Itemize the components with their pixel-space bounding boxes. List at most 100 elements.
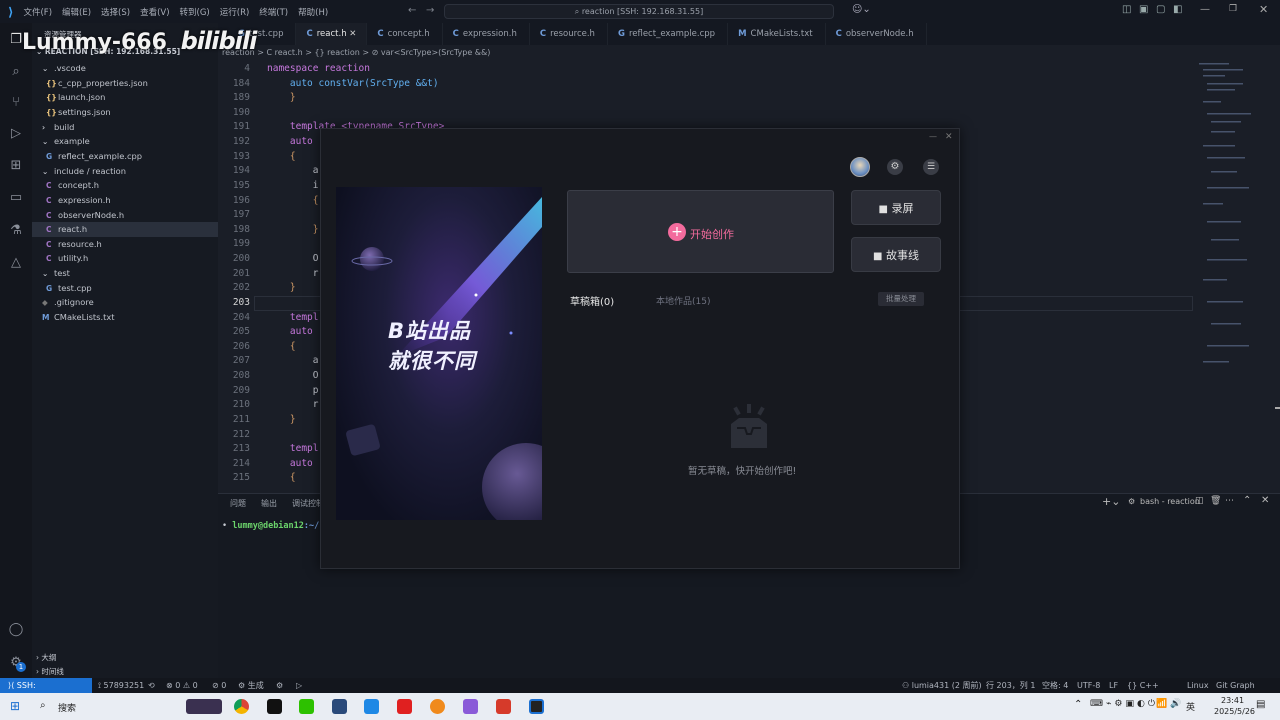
tree-item[interactable]: › build (32, 120, 218, 135)
status-cursor-position[interactable]: 行 203，列 1 (986, 678, 1035, 693)
bilibili-creator-taskbar-icon[interactable] (529, 699, 544, 714)
code-line[interactable]: templ (267, 442, 319, 457)
tree-item[interactable]: Cutility.h (32, 251, 218, 266)
tree-item[interactable]: {}settings.json (32, 105, 218, 120)
copilot-icon[interactable]: ☺⌄ (852, 4, 871, 15)
chrome-icon[interactable] (234, 699, 249, 714)
tab-drafts[interactable]: 草稿箱(0) (570, 293, 614, 308)
menu-item-help[interactable]: 帮助(H) (298, 6, 328, 18)
tree-item[interactable]: ⌄ include / reaction (32, 164, 218, 179)
menu-item-goto[interactable]: 转到(G) (180, 6, 210, 18)
window-close-icon[interactable]: ✕ (945, 132, 953, 142)
menu-item-terminal[interactable]: 终端(T) (259, 6, 288, 18)
tree-item[interactable]: ⌄ test (32, 266, 218, 281)
minimize-icon[interactable]: — (1200, 4, 1210, 15)
remote-indicator[interactable]: ⟩⟨ SSH: 192.168.31.55 (0, 678, 92, 705)
code-line[interactable]: O (267, 369, 319, 384)
avatar[interactable] (850, 157, 870, 177)
visual-studio-icon[interactable] (463, 699, 478, 714)
minimap[interactable] (1193, 61, 1280, 493)
status-git-blame[interactable]: ⚇ lumia431 (2 周前) (902, 678, 982, 693)
kill-terminal-icon[interactable]: 🗑 (1210, 496, 1221, 506)
maximize-panel-icon[interactable]: ⌃ (1243, 495, 1251, 506)
code-line[interactable]: auto (267, 325, 313, 340)
code-line[interactable]: namespace reaction (267, 62, 370, 77)
everything-search-icon[interactable] (430, 699, 445, 714)
record-screen-button[interactable]: ■ 录屏 (851, 190, 941, 225)
wechat-icon[interactable] (299, 699, 314, 714)
settings-icon[interactable]: ⚙ (887, 159, 903, 175)
menu-item-view[interactable]: 查看(V) (140, 6, 169, 18)
account-icon[interactable]: ◯ (8, 622, 24, 638)
code-line[interactable]: a (267, 164, 319, 179)
clock-date[interactable]: 2025/5/26 (1214, 707, 1255, 716)
menu-item-run[interactable]: 运行(R) (220, 6, 250, 18)
menu-item-select[interactable]: 选择(S) (101, 6, 130, 18)
layout-panel-icon[interactable]: ▣ (1139, 4, 1148, 15)
status-language[interactable]: {} C++ (1127, 678, 1159, 693)
tiktok-icon[interactable] (267, 699, 282, 714)
tree-item[interactable]: {}launch.json (32, 90, 218, 105)
panel-tab-problems[interactable]: 问题 (230, 498, 246, 509)
tree-item[interactable]: {}c_cpp_properties.json (32, 76, 218, 91)
start-menu-icon[interactable]: ⊞ (10, 699, 20, 713)
sync-icon[interactable]: ⟲ (148, 678, 155, 693)
nav-forward-icon[interactable]: → (426, 5, 434, 16)
source-control-icon[interactable]: ⑂ (8, 95, 24, 111)
code-line[interactable]: { (267, 340, 296, 355)
extensions-icon[interactable]: ⊞ (8, 158, 24, 174)
tray-overflow-icon[interactable]: ⌃ (1074, 699, 1082, 710)
outline-section[interactable]: › 大纲 (36, 652, 56, 663)
taskbar-search[interactable]: 搜索 (58, 701, 76, 714)
tab-local-works[interactable]: 本地作品(15) (656, 294, 710, 307)
search-icon[interactable]: ⌕ (8, 64, 24, 80)
code-line[interactable]: } (267, 223, 319, 238)
clock-time[interactable]: 23:41 (1221, 696, 1244, 705)
remote-explorer-icon[interactable]: ▭ (8, 190, 24, 206)
restore-icon[interactable]: ❐ (1229, 4, 1237, 14)
status-debug-config[interactable]: ⚙ (276, 678, 283, 693)
tab-observernode-h[interactable]: CobserverNode.h (826, 23, 927, 45)
code-line[interactable]: auto (267, 457, 313, 472)
status-git-commit[interactable]: ⟟ 57893251 (98, 678, 144, 693)
window-minimize-icon[interactable]: — (929, 132, 937, 141)
tree-item[interactable]: Greflect_example.cpp (32, 149, 218, 164)
code-line[interactable]: { (267, 471, 296, 486)
command-center-search[interactable]: ⌕ reaction [SSH: 192.168.31.55] (444, 4, 834, 19)
status-indentation[interactable]: 空格: 4 (1042, 678, 1068, 693)
breadcrumb[interactable]: reaction > C react.h > {} reaction > ⊘ v… (218, 45, 1280, 61)
tree-item[interactable]: CobserverNode.h (32, 208, 218, 223)
tree-item[interactable]: ⌄ .vscode (32, 61, 218, 76)
layout-custom-icon[interactable]: ◧ (1173, 4, 1182, 15)
wps-icon[interactable] (496, 699, 511, 714)
menu-item-file[interactable]: 文件(F) (23, 6, 52, 18)
network-icon[interactable]: 📶 (1156, 699, 1167, 709)
code-line[interactable]: { (267, 150, 296, 165)
status-eol[interactable]: LF (1109, 678, 1118, 693)
code-line[interactable]: { (267, 194, 319, 209)
code-line[interactable]: O (267, 252, 319, 267)
storyline-button[interactable]: ■ 故事线 (851, 237, 941, 272)
tray-app-icons[interactable]: ⌨⌁⚙▣◐⏻ (1090, 699, 1158, 709)
tab-expression-h[interactable]: Cexpression.h (443, 23, 530, 45)
tab-react-h[interactable]: Creact.h ✕ (296, 23, 368, 45)
tab-resource-h[interactable]: Cresource.h (530, 23, 608, 45)
status-git-graph[interactable]: Git Graph (1216, 678, 1255, 693)
status-ports[interactable]: ⊘ 0 (212, 678, 226, 693)
cmake-icon[interactable]: △ (8, 255, 24, 271)
new-terminal-icon[interactable]: +⌄ (1102, 495, 1120, 508)
timeline-section[interactable]: › 时间线 (36, 666, 64, 677)
status-build[interactable]: ⚙ 生成 (238, 678, 264, 693)
status-encoding[interactable]: UTF-8 (1077, 678, 1100, 693)
tree-item[interactable]: Gtest.cpp (32, 281, 218, 296)
notification-icon[interactable]: ▤ (1256, 699, 1265, 710)
terminal-line[interactable]: • lummy@debian12:~/re (222, 521, 330, 531)
close-panel-icon[interactable]: ✕ (1261, 495, 1269, 506)
file-explorer-icon[interactable] (332, 699, 347, 714)
volume-icon[interactable]: 🔊 (1170, 699, 1181, 709)
layout-sidebar-icon[interactable]: ◫ (1122, 4, 1131, 15)
code-line[interactable]: templ (267, 311, 319, 326)
tree-item[interactable]: Cresource.h (32, 237, 218, 252)
code-line[interactable]: auto constVar(SrcType &&t) (267, 77, 439, 92)
input-method[interactable]: 英 (1186, 700, 1195, 713)
